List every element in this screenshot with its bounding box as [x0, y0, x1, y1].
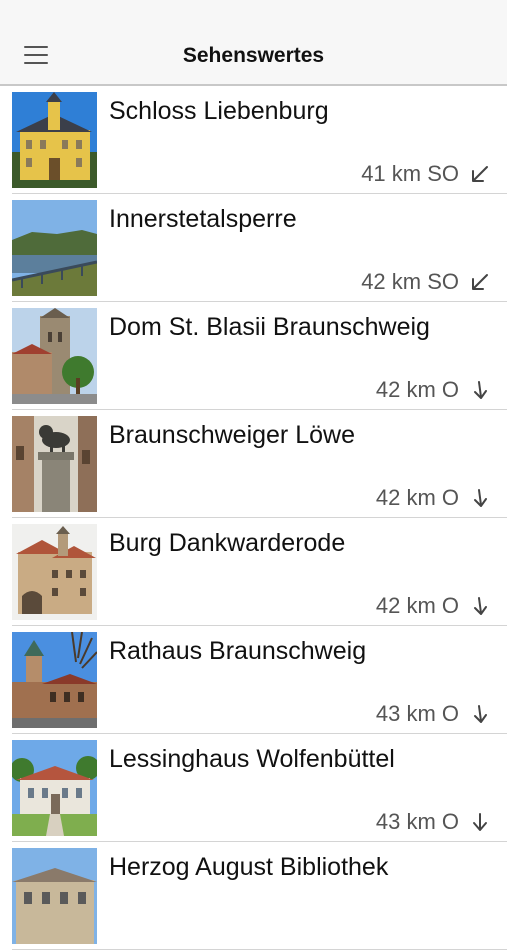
list-item[interactable]: Herzog August Bibliothek — [0, 842, 507, 950]
arrow-down-icon — [474, 489, 487, 507]
distance-label: 42 km O — [375, 377, 459, 402]
sight-photo — [12, 632, 97, 728]
sights-list: Schloss Liebenburg 41 km SO Innerstetals… — [0, 86, 507, 950]
list-item[interactable]: Lessinghaus Wolfenbüttel 43 km O — [0, 734, 507, 842]
distance-info: 43 km O — [376, 700, 491, 728]
sight-title: Dom St. Blasii Braunschweig — [109, 313, 430, 341]
list-item[interactable]: Burg Dankwarderode 42 km O — [0, 518, 507, 626]
page-title: Sehenswertes — [182, 44, 325, 67]
distance-info: 42 km O — [376, 592, 491, 620]
list-item[interactable]: Innerstetalsperre 42 km SO — [0, 194, 507, 302]
distance-label: 42 km SO — [361, 269, 459, 294]
sight-title: Braunschweiger Löwe — [109, 421, 355, 449]
sight-photo — [12, 416, 97, 512]
list-item[interactable]: Rathaus Braunschweig 43 km O — [0, 626, 507, 734]
sight-title: Burg Dankwarderode — [109, 529, 346, 557]
list-item[interactable]: Braunschweiger Löwe 42 km O — [0, 410, 507, 518]
distance-label: 41 km SO — [361, 161, 459, 186]
sight-photo — [12, 740, 97, 836]
distance-label: 42 km O — [375, 485, 459, 510]
list-item[interactable]: Schloss Liebenburg 41 km SO — [0, 86, 507, 194]
sight-photo — [12, 308, 97, 404]
sight-photo — [12, 848, 97, 944]
sight-photo — [12, 524, 97, 620]
arrow-down-icon — [474, 597, 487, 615]
sight-title: Innerstetalsperre — [109, 205, 297, 233]
navigation-bar: Sehenswertes — [0, 0, 507, 86]
arrow-down-icon — [474, 381, 487, 399]
sight-title: Lessinghaus Wolfenbüttel — [109, 745, 395, 773]
distance-info: 42 km SO — [361, 268, 491, 296]
sight-photo — [12, 200, 97, 296]
sight-title: Herzog August Bibliothek — [109, 853, 389, 881]
arrow-down-icon — [473, 813, 487, 831]
distance-info: 41 km SO — [361, 160, 491, 188]
arrow-down-left-icon — [472, 274, 488, 290]
sight-photo — [12, 92, 97, 188]
arrow-down-icon — [474, 705, 487, 723]
sight-title: Rathaus Braunschweig — [109, 637, 367, 665]
arrow-down-left-icon — [472, 166, 488, 182]
distance-label: 43 km O — [375, 809, 459, 834]
sight-title: Schloss Liebenburg — [109, 97, 329, 125]
distance-info: 42 km O — [376, 484, 491, 512]
distance-info: 43 km O — [376, 808, 491, 836]
list-item[interactable]: Dom St. Blasii Braunschweig 42 km O — [0, 302, 507, 410]
distance-label: 43 km O — [375, 701, 459, 726]
distance-label: 42 km O — [375, 593, 459, 618]
distance-info: 42 km O — [376, 376, 491, 404]
